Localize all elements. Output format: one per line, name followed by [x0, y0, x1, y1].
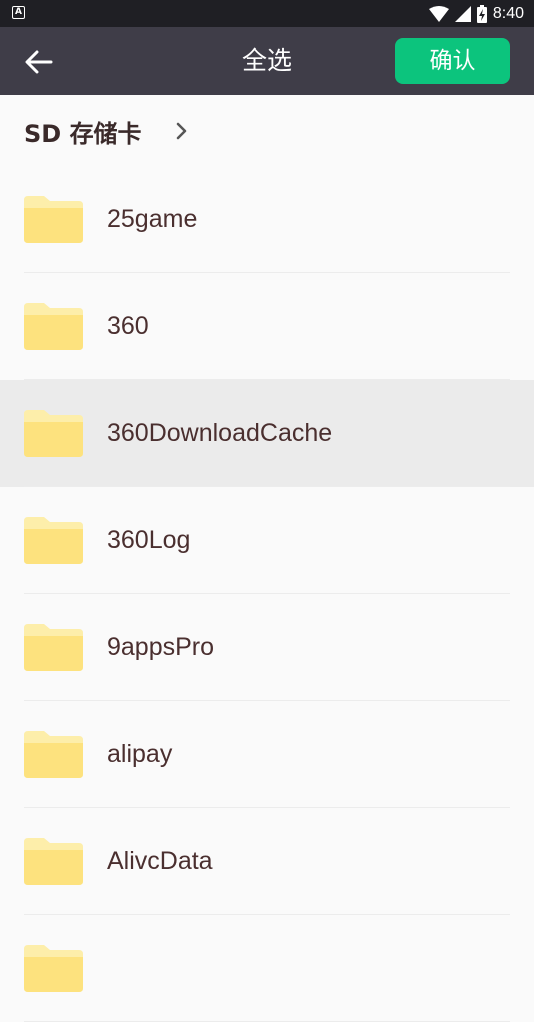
- folder-icon: [24, 410, 83, 457]
- folder-name: 360DownloadCache: [107, 419, 333, 447]
- folder-name: 360: [107, 312, 149, 340]
- folder-name: 360Log: [107, 526, 191, 554]
- folder-row[interactable]: 360: [0, 273, 534, 380]
- folder-icon: [24, 303, 83, 350]
- folder-icon: [24, 945, 83, 992]
- folder-name: 25game: [107, 205, 198, 233]
- status-time: 8:40: [492, 4, 524, 22]
- folder-list: 25game 360 360DownloadCache 360Log 9appsPro a…: [0, 166, 534, 1022]
- signal-icon: [454, 5, 471, 22]
- folder-row[interactable]: 360DownloadCache: [0, 380, 534, 487]
- folder-name: alipay: [107, 740, 173, 768]
- folder-icon: [24, 624, 83, 671]
- folder-row[interactable]: AlivcData: [0, 808, 534, 915]
- status-bar: A 8:40: [0, 0, 534, 27]
- folder-name: AlivcData: [107, 847, 213, 875]
- folder-row[interactable]: 360Log: [0, 487, 534, 594]
- folder-row[interactable]: 9appsPro: [0, 594, 534, 701]
- folder-name: 9appsPro: [107, 633, 215, 661]
- folder-row[interactable]: alipay: [0, 701, 534, 808]
- folder-icon: [24, 731, 83, 778]
- wifi-icon: [428, 5, 449, 22]
- confirm-button[interactable]: 确认: [395, 38, 510, 84]
- toolbar: 全选 确认: [0, 27, 534, 95]
- status-icons: 8:40: [428, 3, 524, 24]
- folder-icon: [24, 517, 83, 564]
- folder-icon: [24, 838, 83, 885]
- folder-icon: [24, 196, 83, 243]
- folder-row[interactable]: 25game: [0, 166, 534, 273]
- chevron-right-icon: [176, 122, 188, 140]
- battery-icon: [476, 4, 487, 23]
- folder-row[interactable]: [0, 915, 534, 1022]
- breadcrumb-label: SD 存储卡: [24, 119, 142, 148]
- breadcrumb[interactable]: SD 存储卡: [24, 110, 188, 152]
- app-notification-icon: A: [12, 6, 25, 19]
